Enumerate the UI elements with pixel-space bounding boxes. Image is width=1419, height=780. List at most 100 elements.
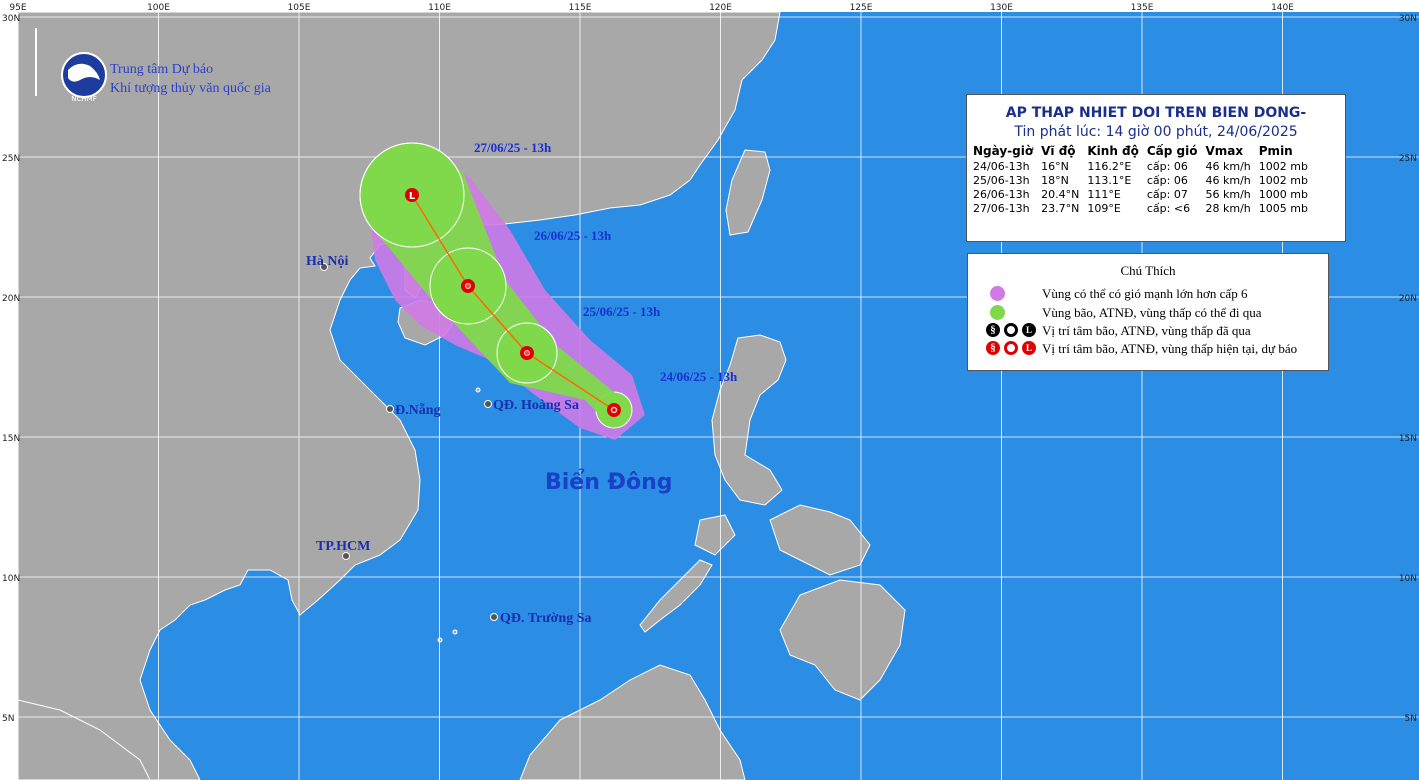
table-row: 24/06-13h 16°N 116.2°E cấp: 06 46 km/h 1… — [973, 160, 1316, 174]
agency-line-1: Trung tâm Dự báo — [110, 62, 213, 77]
longitude-tick-label: 105E — [288, 3, 311, 13]
issued-time: Tin phát lúc: 14 giờ 00 phút, 24/06/2025 — [1014, 124, 1298, 140]
table-row: 26/06-13h 20.4°N 111°E cấp: 07 56 km/h 1… — [973, 188, 1316, 202]
low-symbol-black-icon: L — [1022, 323, 1036, 337]
green-swatch-icon — [990, 305, 1005, 320]
latitude-tick-label-right: 15N — [1399, 434, 1417, 444]
storm-symbol-black-icon: § — [986, 323, 1000, 337]
longitude-tick-label: 125E — [850, 3, 873, 13]
city-label-danang: Đ.Nẵng — [395, 402, 441, 418]
longitude-tick-label: 115E — [569, 3, 592, 13]
latitude-tick-label-left: 20N — [2, 294, 20, 304]
cell-time: 27/06-13h — [973, 202, 1030, 215]
sea-label: Biển Đông — [545, 469, 673, 495]
latitude-tick-label-right: 30N — [1399, 14, 1417, 24]
cell-vmax: 46 km/h — [1205, 174, 1251, 187]
longitude-tick-label: 130E — [990, 3, 1013, 13]
place-label-hoangsa: QĐ. Hoàng Sa — [493, 398, 579, 413]
cell-pmin: 1005 mb — [1258, 202, 1308, 215]
city-hanoi: Hà Nội — [306, 254, 349, 271]
paracel-islet — [475, 387, 481, 393]
place-hoangsa: QĐ. Hoàng Sa — [484, 398, 579, 413]
map-left-frame — [0, 0, 18, 780]
longitude-tick-label: 120E — [709, 3, 732, 13]
storm-center-now — [607, 403, 621, 417]
header-wind: Cấp gió — [1146, 144, 1198, 158]
low-symbol-red-icon: L — [1022, 341, 1036, 355]
table-header-row: Ngày-giờ Vĩ độ Kinh độ Cấp gió Vmax Pmin — [973, 144, 1316, 160]
cell-lon: 113.1°E — [1087, 174, 1132, 187]
cell-vmax: 28 km/h — [1205, 202, 1251, 215]
cell-wind: cấp: 07 — [1146, 188, 1188, 201]
storm-symbol-red-icon: § — [986, 341, 1000, 355]
purple-swatch-icon — [990, 286, 1005, 301]
city-danang: Đ.Nẵng — [386, 402, 441, 418]
cell-pmin: 1002 mb — [1258, 160, 1308, 173]
depression-symbol-red-icon — [1004, 341, 1018, 355]
legend-title: Chú Thích — [1120, 263, 1176, 278]
map-legend: Chú Thích Vùng có thể có gió mạnh lớn hơ… — [967, 253, 1329, 371]
cell-lat: 23.7°N — [1041, 202, 1080, 215]
header-time: Ngày-giờ — [973, 144, 1034, 158]
depression-symbol-black-icon — [1004, 323, 1018, 337]
legend-text-current-position: Vị trí tâm bão, ATNĐ, vùng thấp hiện tại… — [1042, 341, 1298, 356]
header-vmax: Vmax — [1205, 144, 1244, 158]
legend-text-wind-zone: Vùng có thể có gió mạnh lớn hơn cấp 6 — [1042, 286, 1248, 301]
cell-wind: cấp: 06 — [1146, 160, 1188, 173]
track-label-day3: 27/06/25 - 13h — [474, 140, 552, 155]
cell-lat: 18°N — [1041, 174, 1069, 187]
cell-lon: 109°E — [1087, 202, 1121, 215]
latitude-tick-label-right: 20N — [1399, 294, 1417, 304]
spratly-islet — [437, 637, 443, 643]
longitude-tick-label: 110E — [428, 3, 451, 13]
forecast-table: Ngày-giờ Vĩ độ Kinh độ Cấp gió Vmax Pmin… — [973, 144, 1316, 216]
cell-time: 24/06-13h — [973, 160, 1030, 173]
place-truongsa: QĐ. Trường Sa — [490, 611, 592, 626]
track-label-now: 24/06/25 - 13h — [660, 369, 738, 384]
cell-lat: 20.4°N — [1041, 188, 1080, 201]
storm-info-panel: AP THAP NHIET DOI TREN BIEN DONG- Tin ph… — [966, 94, 1346, 242]
storm-title: AP THAP NHIET DOI TREN BIEN DONG- — [1005, 105, 1307, 121]
storm-center-forecast-1 — [520, 346, 534, 360]
cell-time: 25/06-13h — [973, 174, 1030, 187]
cell-lon: 116.2°E — [1087, 160, 1132, 173]
spratly-islet — [452, 629, 458, 635]
cell-lat: 16°N — [1041, 160, 1069, 173]
longitude-tick-label: 100E — [147, 3, 170, 13]
track-label-day1: 25/06/25 - 13h — [583, 304, 661, 319]
track-label-day2: 26/06/25 - 13h — [534, 228, 612, 243]
table-row: 27/06-13h 23.7°N 109°E cấp: <6 28 km/h 1… — [973, 202, 1316, 216]
cell-wind: cấp: 06 — [1146, 174, 1188, 187]
cell-pmin: 1000 mb — [1258, 188, 1308, 201]
legend-text-storm-area: Vùng bão, ATNĐ, vùng thấp có thể đi qua — [1042, 305, 1262, 320]
longitude-tick-label: 95E — [9, 3, 26, 13]
latitude-tick-label-left: 10N — [2, 574, 20, 584]
legend-text-past-position: Vị trí tâm bão, ATNĐ, vùng thấp đã qua — [1042, 323, 1251, 338]
latitude-tick-label-right: 10N — [1399, 574, 1417, 584]
latitude-tick-label-left: 5N — [2, 714, 14, 724]
agency-line-2: Khí tượng thủy văn quốc gia — [110, 81, 272, 96]
header-lon: Kinh độ — [1087, 144, 1139, 158]
cell-lon: 111°E — [1087, 188, 1121, 201]
cell-wind: cấp: <6 — [1146, 202, 1191, 215]
cell-pmin: 1002 mb — [1258, 174, 1308, 187]
latitude-tick-label-left: 30N — [2, 14, 20, 24]
latitude-tick-label-left: 15N — [2, 434, 20, 444]
cell-vmax: 46 km/h — [1205, 160, 1251, 173]
cell-time: 26/06-13h — [973, 188, 1030, 201]
header-pmin: Pmin — [1258, 144, 1293, 158]
latitude-tick-label-left: 25N — [2, 154, 20, 164]
low-pressure-symbol: L — [409, 191, 416, 202]
latitude-tick-label-right: 25N — [1399, 154, 1417, 164]
place-label-truongsa: QĐ. Trường Sa — [500, 611, 592, 626]
table-row: 25/06-13h 18°N 113.1°E cấp: 06 46 km/h 1… — [973, 174, 1316, 188]
longitude-tick-label: 135E — [1131, 3, 1154, 13]
city-label-hanoi: Hà Nội — [306, 254, 349, 269]
storm-center-forecast-3: L — [405, 188, 419, 202]
city-label-hcm: TP.HCM — [316, 539, 370, 554]
logo-text: NCHMF — [71, 95, 96, 103]
latitude-tick-label-right: 5N — [1405, 714, 1417, 724]
header-lat: Vĩ độ — [1041, 144, 1076, 158]
cell-vmax: 56 km/h — [1205, 188, 1251, 201]
storm-center-forecast-2 — [461, 279, 475, 293]
